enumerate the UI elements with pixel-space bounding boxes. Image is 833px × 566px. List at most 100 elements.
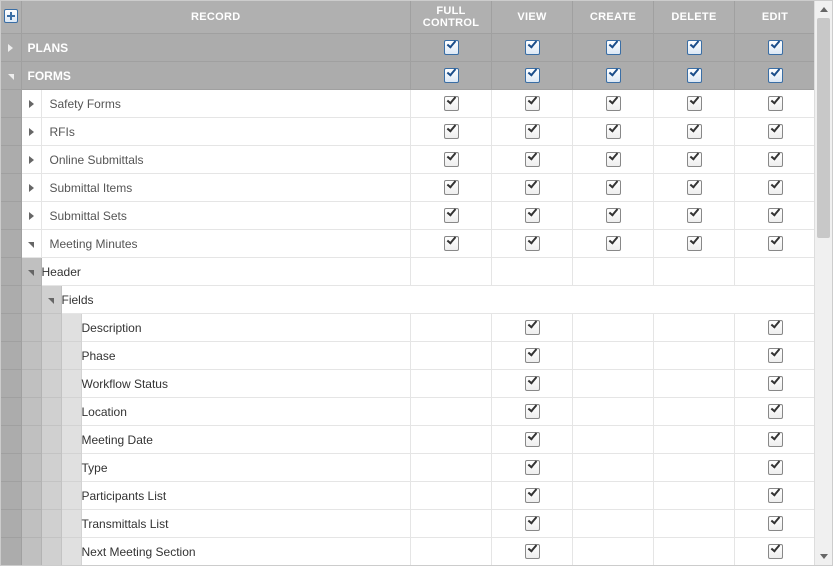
field-row[interactable]: Location <box>1 398 816 426</box>
perm-delete[interactable] <box>654 538 735 566</box>
perm-view[interactable] <box>492 510 573 538</box>
perm-edit[interactable] <box>735 146 816 174</box>
perm-full[interactable] <box>411 398 492 426</box>
perm-delete[interactable] <box>654 146 735 174</box>
checkbox[interactable] <box>525 96 540 111</box>
checkbox[interactable] <box>768 348 783 363</box>
perm-edit[interactable] <box>735 90 816 118</box>
perm-edit[interactable] <box>735 426 816 454</box>
record-row[interactable]: Online Submittals <box>1 146 816 174</box>
perm-view[interactable] <box>492 370 573 398</box>
perm-edit[interactable] <box>735 118 816 146</box>
perm-create[interactable] <box>573 510 654 538</box>
checkbox[interactable] <box>768 180 783 195</box>
perm-edit[interactable] <box>735 482 816 510</box>
checkbox[interactable] <box>525 236 540 251</box>
perm-view[interactable] <box>492 202 573 230</box>
checkbox[interactable] <box>525 376 540 391</box>
perm-delete[interactable] <box>654 34 735 62</box>
perm-create[interactable] <box>573 482 654 510</box>
perm-delete[interactable] <box>654 454 735 482</box>
checkbox[interactable] <box>525 404 540 419</box>
group-row[interactable]: Fields <box>1 286 816 314</box>
scroll-track[interactable] <box>815 18 832 548</box>
col-create[interactable]: CREATE <box>573 1 654 34</box>
checkbox[interactable] <box>444 180 459 195</box>
checkbox[interactable] <box>768 376 783 391</box>
perm-create[interactable] <box>573 342 654 370</box>
expand-toggle[interactable] <box>21 118 41 146</box>
perm-edit[interactable] <box>735 202 816 230</box>
perm-delete[interactable] <box>654 118 735 146</box>
checkbox[interactable] <box>525 516 540 531</box>
perm-full[interactable] <box>411 538 492 566</box>
perm-edit[interactable] <box>735 258 816 286</box>
checkbox[interactable] <box>768 40 783 55</box>
perm-edit[interactable] <box>735 62 816 90</box>
checkbox[interactable] <box>525 180 540 195</box>
perm-create[interactable] <box>573 538 654 566</box>
perm-full[interactable] <box>411 370 492 398</box>
expand-toggle[interactable] <box>21 230 41 258</box>
perm-edit[interactable] <box>735 454 816 482</box>
checkbox[interactable] <box>768 488 783 503</box>
checkbox[interactable] <box>444 208 459 223</box>
checkbox[interactable] <box>525 208 540 223</box>
checkbox[interactable] <box>606 152 621 167</box>
record-row[interactable]: Submittal Items <box>1 174 816 202</box>
perm-full[interactable] <box>411 118 492 146</box>
checkbox[interactable] <box>606 96 621 111</box>
perm-view[interactable] <box>492 398 573 426</box>
checkbox[interactable] <box>687 40 702 55</box>
scroll-thumb[interactable] <box>817 18 830 238</box>
col-edit[interactable]: EDIT <box>735 1 816 34</box>
perm-delete[interactable] <box>654 174 735 202</box>
perm-create[interactable] <box>573 454 654 482</box>
perm-edit[interactable] <box>735 342 816 370</box>
expand-toggle[interactable] <box>21 146 41 174</box>
checkbox[interactable] <box>768 460 783 475</box>
checkbox[interactable] <box>525 544 540 559</box>
perm-edit[interactable] <box>735 538 816 566</box>
perm-view[interactable] <box>492 62 573 90</box>
perm-edit[interactable] <box>735 370 816 398</box>
perm-full[interactable] <box>411 454 492 482</box>
perm-full[interactable] <box>411 146 492 174</box>
perm-full[interactable] <box>411 482 492 510</box>
checkbox[interactable] <box>444 96 459 111</box>
perm-view[interactable] <box>492 538 573 566</box>
perm-delete[interactable] <box>654 230 735 258</box>
perm-full[interactable] <box>411 90 492 118</box>
field-row[interactable]: Meeting Date <box>1 426 816 454</box>
vertical-scrollbar[interactable] <box>814 1 832 565</box>
record-row[interactable]: Submittal Sets <box>1 202 816 230</box>
checkbox[interactable] <box>525 460 540 475</box>
checkbox[interactable] <box>768 320 783 335</box>
perm-view[interactable] <box>492 34 573 62</box>
col-full-control[interactable]: FULL CONTROL <box>411 1 492 34</box>
checkbox[interactable] <box>606 40 621 55</box>
perm-view[interactable] <box>492 482 573 510</box>
perm-view[interactable] <box>492 258 573 286</box>
perm-create[interactable] <box>573 34 654 62</box>
perm-create[interactable] <box>573 314 654 342</box>
checkbox[interactable] <box>687 124 702 139</box>
checkbox[interactable] <box>768 96 783 111</box>
checkbox[interactable] <box>768 236 783 251</box>
checkbox[interactable] <box>768 432 783 447</box>
checkbox[interactable] <box>444 124 459 139</box>
record-row[interactable]: Meeting Minutes <box>1 230 816 258</box>
perm-create[interactable] <box>573 146 654 174</box>
expand-toggle[interactable] <box>41 286 61 314</box>
perm-delete[interactable] <box>654 398 735 426</box>
perm-delete[interactable] <box>654 370 735 398</box>
checkbox[interactable] <box>687 180 702 195</box>
perm-view[interactable] <box>492 118 573 146</box>
perm-delete[interactable] <box>654 482 735 510</box>
checkbox[interactable] <box>768 404 783 419</box>
field-row[interactable]: Next Meeting Section <box>1 538 816 566</box>
checkbox[interactable] <box>768 152 783 167</box>
field-row[interactable]: Description <box>1 314 816 342</box>
perm-delete[interactable] <box>654 202 735 230</box>
expand-toggle[interactable] <box>1 34 21 62</box>
